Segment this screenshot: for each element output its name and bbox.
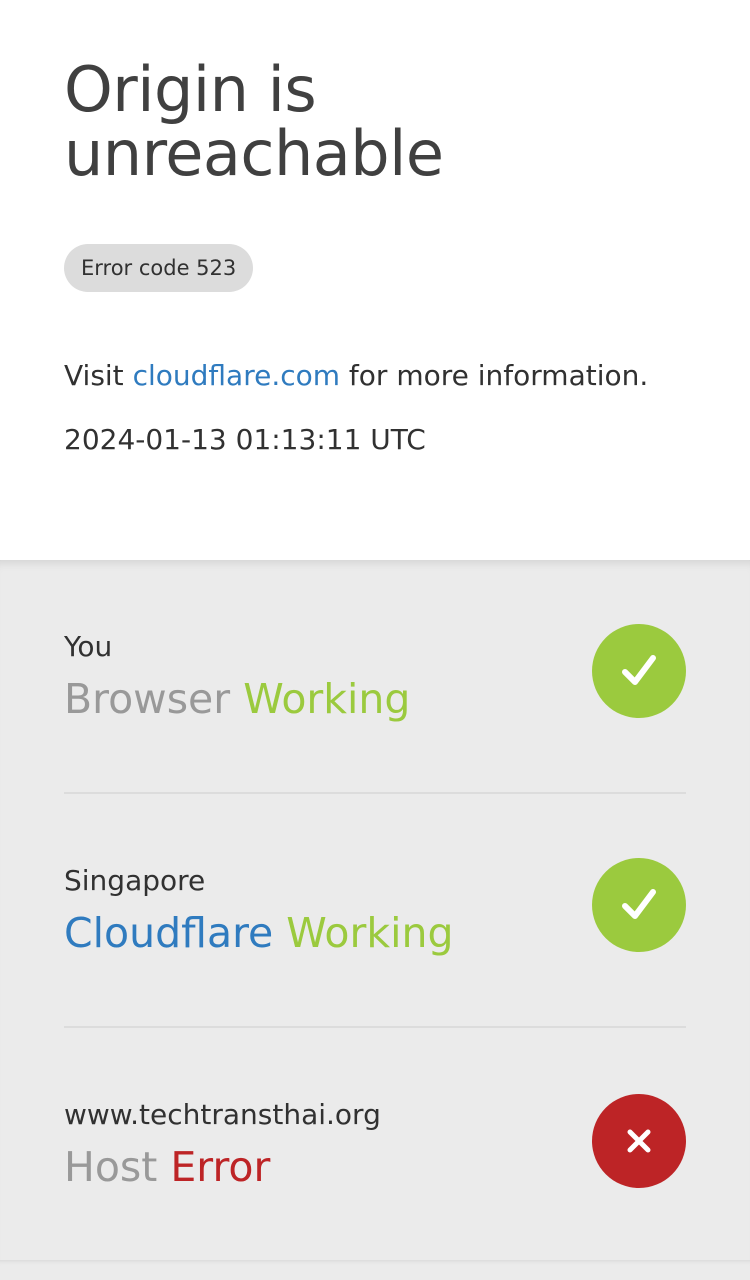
check-icon bbox=[592, 624, 686, 718]
host-name: Host bbox=[64, 1143, 158, 1191]
status-panel: You Browser Working Singapore Cloudflare… bbox=[0, 560, 750, 1280]
footer-edge bbox=[0, 1260, 750, 1280]
x-icon bbox=[592, 1094, 686, 1188]
cloudflare-status-line: Cloudflare Working bbox=[64, 908, 454, 958]
status-row-browser: You Browser Working bbox=[64, 560, 686, 794]
cloudflare-state: Working bbox=[286, 909, 454, 957]
more-info-text: Visit cloudflare.com for more informatio… bbox=[64, 358, 686, 394]
browser-state: Working bbox=[243, 675, 411, 723]
error-code-badge: Error code 523 bbox=[64, 244, 254, 292]
timestamp: 2024-01-13 01:13:11 UTC bbox=[64, 423, 426, 456]
browser-status-line: Browser Working bbox=[64, 674, 410, 724]
host-state: Error bbox=[170, 1143, 271, 1191]
host-location: www.techtransthai.org bbox=[64, 1098, 381, 1131]
info-suffix: for more information. bbox=[340, 359, 649, 392]
host-status-line: Host Error bbox=[64, 1142, 270, 1192]
status-row-cloudflare: Singapore Cloudflare Working bbox=[64, 794, 686, 1028]
cloudflare-name: Cloudflare bbox=[64, 909, 274, 957]
title-line-1: Origin is bbox=[64, 53, 317, 126]
check-icon bbox=[592, 858, 686, 952]
error-header: Origin is unreachable Error code 523 Vis… bbox=[0, 0, 750, 560]
title-line-2: unreachable bbox=[64, 117, 444, 190]
cloudflare-location: Singapore bbox=[64, 864, 206, 897]
status-row-host: www.techtransthai.org Host Error bbox=[64, 1028, 686, 1262]
browser-name: Browser bbox=[64, 675, 231, 723]
cloudflare-link[interactable]: cloudflare.com bbox=[133, 359, 340, 392]
browser-location: You bbox=[64, 630, 113, 663]
page-title: Origin is unreachable bbox=[64, 58, 686, 186]
info-prefix: Visit bbox=[64, 359, 133, 392]
